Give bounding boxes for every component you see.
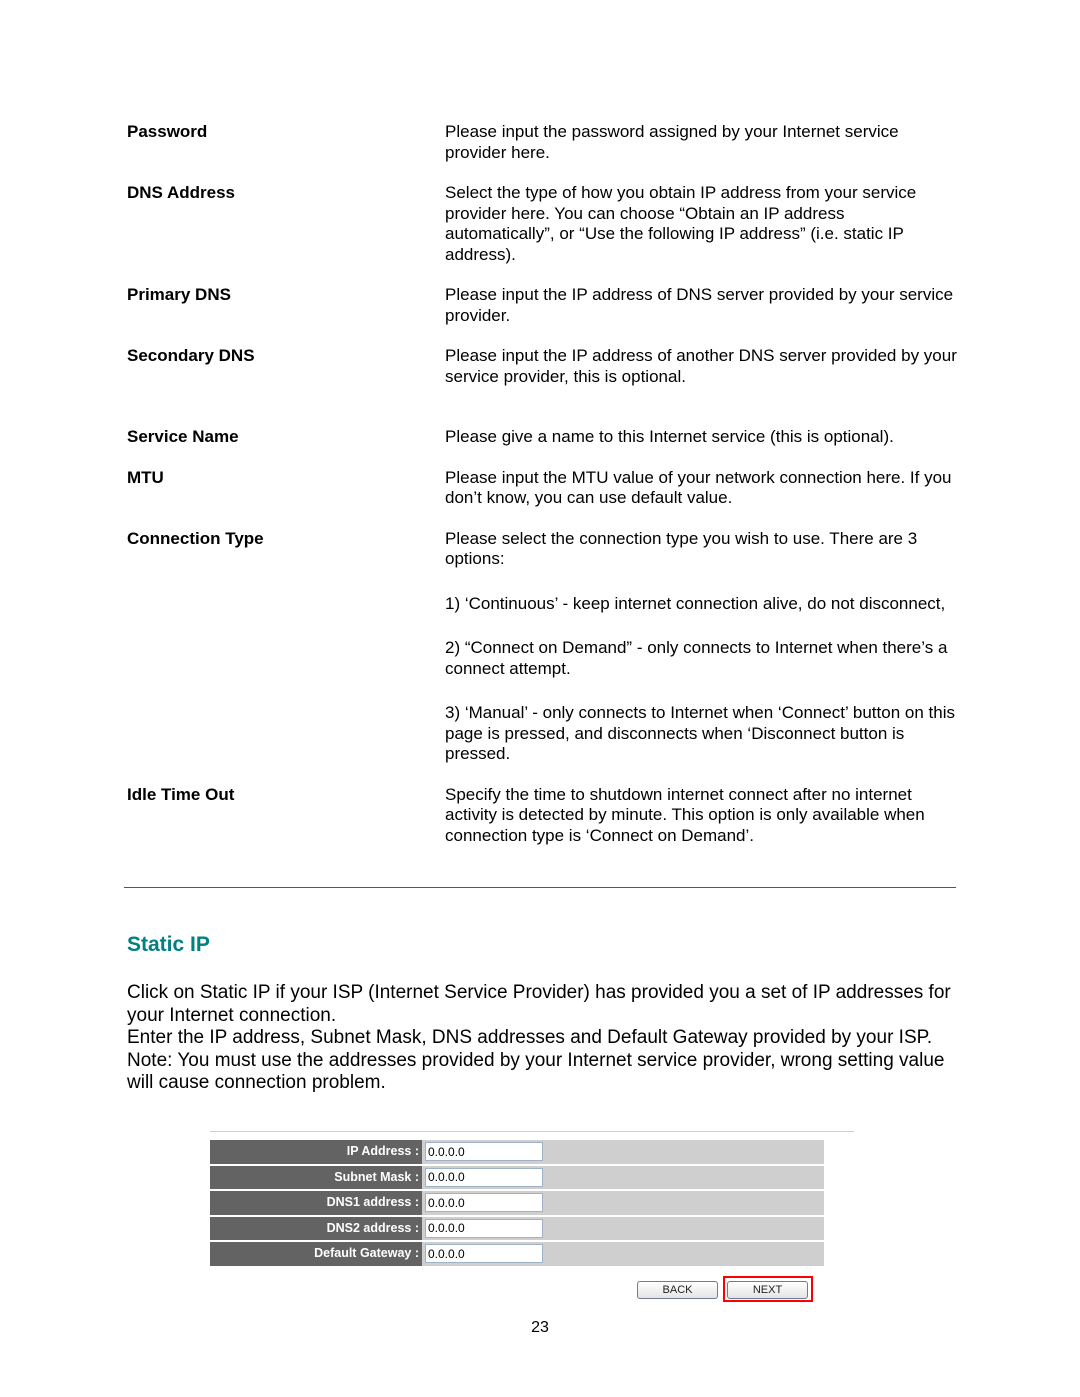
term-label: Connection Type [127, 528, 264, 548]
option-connect-on-demand: 2) “Connect on Demand” - only connects t… [445, 638, 948, 678]
next-button[interactable]: NEXT [727, 1281, 808, 1299]
section-divider [124, 887, 956, 888]
section-title: Static IP [127, 933, 210, 956]
term-label: Password [127, 122, 208, 141]
term-description: Please input the MTU value of your netwo… [445, 467, 952, 508]
form-row-ip-address: IP Address : [210, 1140, 824, 1164]
section-intro: Click on Static IP if your ISP (Internet… [127, 982, 967, 1095]
definition-primary-dns: Primary DNS Please input the IP address … [127, 285, 957, 326]
option-manual: 3) ‘Manual’ - only connects to Internet … [445, 703, 955, 763]
field-label: Default Gateway : [210, 1242, 422, 1266]
term-description: Please input the IP address of another D… [445, 346, 957, 386]
intro-paragraph: Click on Static IP if your ISP (Internet… [127, 982, 951, 1026]
definition-service-name: Service Name Please give a name to this … [127, 427, 957, 448]
term-description: Please select the connection type you wi… [445, 528, 918, 569]
form-row-dns2: DNS2 address : [210, 1216, 824, 1240]
form-row-subnet-mask: Subnet Mask : [210, 1165, 824, 1189]
definition-mtu: MTU Please input the MTU value of your n… [127, 468, 957, 509]
term-description: Select the type of how you obtain IP add… [445, 183, 917, 264]
intro-note: Note: You must use the addresses provide… [127, 1049, 945, 1094]
definition-list: Password Please input the password assig… [127, 122, 957, 846]
definition-idle-time-out: Idle Time Out Specify the time to shutdo… [127, 785, 957, 847]
term-label: Service Name [127, 427, 239, 446]
definition-password: Password Please input the password assig… [127, 122, 957, 163]
static-ip-form: IP Address : Subnet Mask : DNS1 address … [210, 1140, 824, 1268]
ip-address-input[interactable] [425, 1142, 543, 1161]
field-label: DNS1 address : [210, 1191, 422, 1215]
field-label: IP Address : [210, 1140, 422, 1164]
term-label: MTU [127, 467, 164, 487]
definition-connection-type: Connection Type Please select the connec… [127, 529, 957, 765]
term-label: DNS Address [127, 183, 236, 202]
term-description: Please input the IP address of DNS serve… [445, 285, 954, 325]
term-description: Please input the password assigned by yo… [445, 122, 899, 162]
subnet-mask-input[interactable] [425, 1167, 543, 1187]
dns1-address-input[interactable] [425, 1193, 543, 1212]
form-row-default-gateway: Default Gateway : [210, 1242, 824, 1266]
field-label: Subnet Mask : [210, 1165, 422, 1189]
intro-paragraph: Enter the IP address, Subnet Mask, DNS a… [127, 1027, 933, 1048]
term-description: Please give a name to this Internet serv… [445, 427, 894, 446]
definition-secondary-dns: Secondary DNS Please input the IP addres… [127, 346, 957, 387]
field-label: DNS2 address : [210, 1216, 422, 1240]
default-gateway-input[interactable] [425, 1244, 543, 1263]
form-panel-divider [210, 1131, 854, 1132]
term-description: Specify the time to shutdown internet co… [445, 784, 925, 845]
back-button[interactable]: BACK [637, 1281, 718, 1299]
definition-dns-address: DNS Address Select the type of how you o… [127, 183, 957, 265]
page-number: 23 [531, 1319, 549, 1336]
term-label: Idle Time Out [127, 784, 235, 804]
term-label: Secondary DNS [127, 346, 255, 365]
form-row-dns1: DNS1 address : [210, 1191, 824, 1215]
option-continuous: 1) ‘Continuous’ - keep internet connecti… [445, 593, 946, 613]
dns2-address-input[interactable] [425, 1218, 543, 1238]
term-label: Primary DNS [127, 285, 231, 304]
